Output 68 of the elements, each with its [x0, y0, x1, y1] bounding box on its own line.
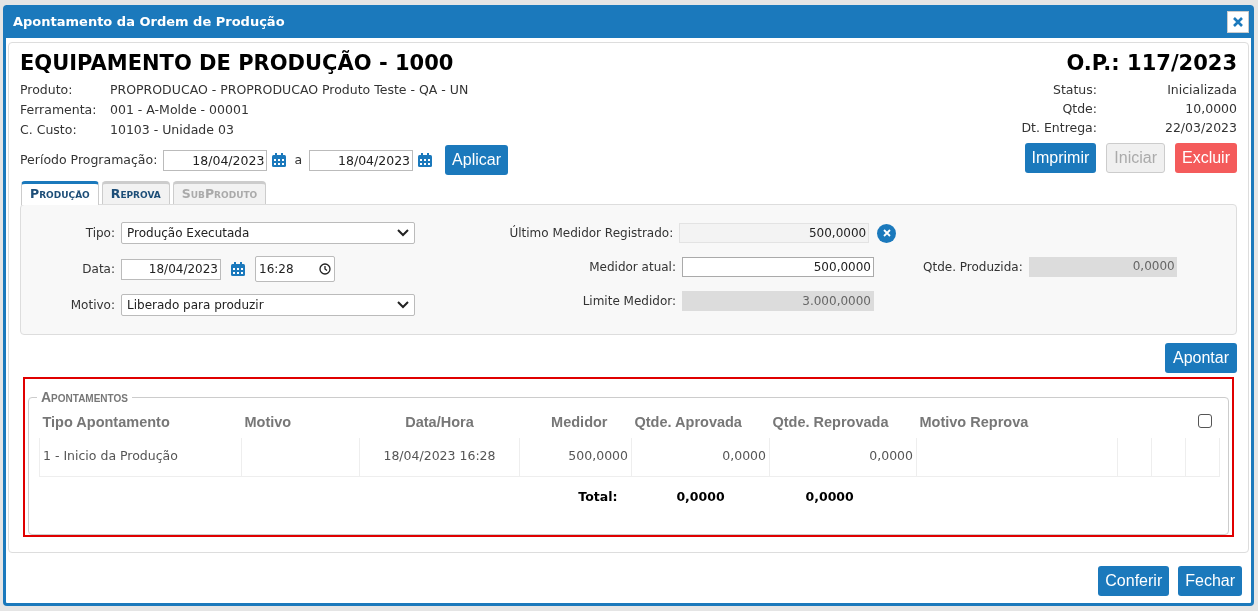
close-button[interactable]: [1227, 10, 1249, 33]
apontar-button[interactable]: Apontar: [1164, 343, 1237, 373]
footer-button[interactable]: Fechar: [1178, 566, 1242, 596]
equipment-title: EQUIPAMENTO DE PRODUÇÃO - 1000: [20, 49, 455, 77]
close-icon: [1232, 15, 1244, 28]
table-cell: 0,0000: [631, 438, 770, 476]
calendar-icon[interactable]: [271, 152, 288, 168]
table-cell: 1 - Inicio da Produção: [39, 438, 242, 476]
order-number: O.P.: 117/2023: [1066, 50, 1237, 77]
column-header: Motivo Reprova: [916, 408, 1118, 438]
field-label: Dt. Entrega:: [1021, 119, 1097, 137]
separator-text: a: [294, 150, 303, 169]
field-label: Status:: [1051, 81, 1097, 99]
action-button[interactable]: Imprimir: [1024, 143, 1097, 173]
table-cell: 500,0000: [519, 438, 632, 476]
column-header: Medidor: [519, 408, 632, 438]
column-header: Data/Hora: [359, 408, 520, 438]
field-label: Data:: [81, 261, 116, 278]
total-label: Total:: [519, 476, 632, 518]
field-label: Limite Medidor:: [581, 293, 677, 310]
column-header: Qtde. Reprovada: [769, 408, 917, 438]
field-value: 10,0000: [1184, 100, 1237, 118]
select-all-checkbox[interactable]: [1197, 414, 1212, 428]
apply-button[interactable]: Aplicar: [445, 145, 508, 175]
select-field[interactable]: Produção Executada: [121, 222, 415, 244]
total-value: 0,0000: [631, 476, 770, 518]
field-label: Tipo:: [84, 225, 116, 242]
clock-icon: [319, 263, 331, 275]
table-cell: 0,0000: [769, 438, 917, 476]
readonly-field: 500,0000: [679, 223, 870, 243]
table-cell: 18/04/2023 16:28: [359, 438, 520, 476]
calendar-icon[interactable]: [230, 261, 246, 277]
field-label: C. Custo:: [20, 121, 78, 139]
calendar-icon[interactable]: [417, 152, 434, 168]
date-field[interactable]: 18/04/2023: [309, 149, 414, 171]
field-value: Inicializada: [1166, 81, 1237, 99]
field-value: 10103 - Unidade 03: [110, 121, 234, 139]
readonly-field: 0,0000: [1028, 257, 1177, 277]
clear-button[interactable]: [877, 223, 896, 243]
field-value: PROPRODUCAO - PROPRODUCAO Produto Teste - QA - UN: [110, 81, 469, 99]
field-value: 001 - A-Molde - 00001: [110, 101, 249, 119]
field-label: Medidor atual:: [588, 259, 677, 276]
time-field[interactable]: 16:28: [255, 256, 335, 282]
field-label: Motivo:: [69, 297, 116, 314]
column-header: Motivo: [241, 408, 360, 438]
field-label: Produto:: [20, 81, 74, 99]
field-value: 22/03/2023: [1163, 119, 1237, 137]
chevron-down-icon: [397, 229, 409, 237]
chevron-down-icon: [397, 301, 409, 309]
field-label: Qtde:: [1061, 100, 1097, 118]
field-label: Ferramenta:: [20, 101, 98, 119]
date-field[interactable]: 18/04/2023: [163, 149, 268, 171]
field-label: Qtde. Produzida:: [923, 259, 1024, 276]
tab[interactable]: Produção: [21, 181, 99, 205]
footer-button[interactable]: Conferir: [1098, 566, 1170, 596]
action-button: Iniciar: [1106, 143, 1165, 173]
window-title: Apontamento da Ordem de Produção: [13, 12, 285, 31]
close-icon: [882, 229, 891, 237]
field-label: Período Programação:: [20, 150, 158, 169]
date-field[interactable]: 18/04/2023: [121, 258, 221, 280]
field-label: Último Medidor Registrado:: [508, 224, 675, 242]
column-header: Qtde. Aprovada: [631, 408, 770, 438]
tab[interactable]: Reprova: [101, 181, 170, 205]
input-field[interactable]: 500,0000: [682, 257, 874, 277]
readonly-field: 3.000,0000: [682, 291, 874, 311]
column-header: Tipo Apontamento: [39, 408, 242, 438]
select-field[interactable]: Liberado para produzir: [121, 294, 415, 316]
total-value: 0,0000: [769, 476, 917, 518]
